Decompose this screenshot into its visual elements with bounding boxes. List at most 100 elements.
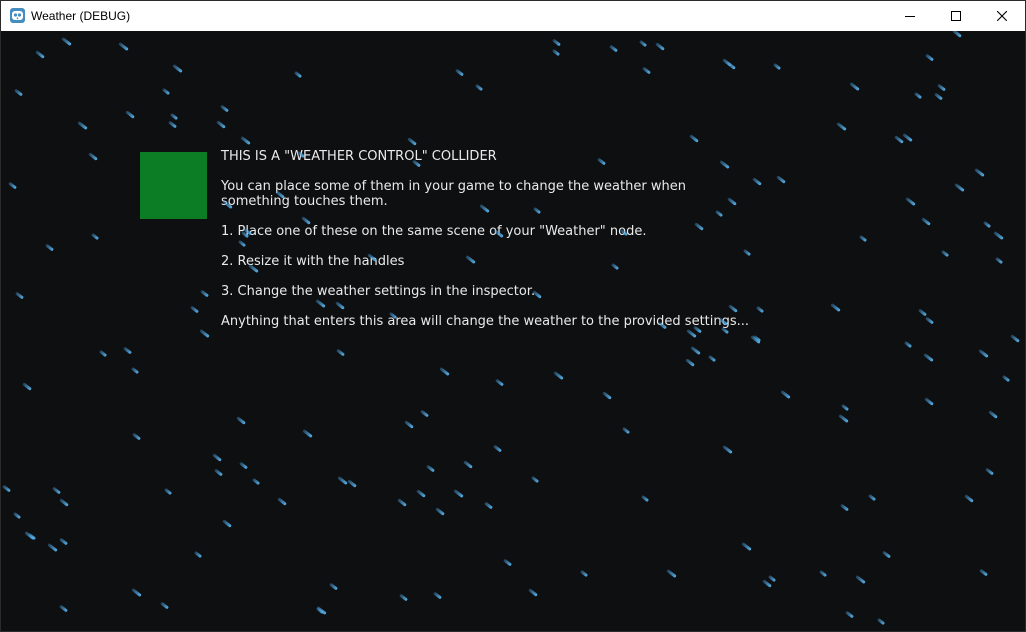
info-description-line1: You can place some of them in your game … [221,179,686,194]
rain-drop [918,308,927,317]
rain-drop [707,354,717,363]
rain-drop [838,413,849,424]
rain-drop [954,182,965,193]
info-footer: Anything that enters this area will chan… [221,314,750,329]
rain-drop [131,587,142,598]
rain-drop [199,328,210,339]
info-step-1: 1. Place one of these on the same scene … [221,224,647,239]
rain-drop [923,352,934,363]
rain-drop [239,461,248,470]
rain-drop [1001,374,1011,383]
rain-drop [952,31,962,38]
rain-drop [433,591,442,600]
rain-drop [35,50,45,59]
rain-drop [894,135,904,144]
rain-drop [772,62,782,71]
rain-drop [750,334,761,345]
info-heading: THIS IS A "WEATHER CONTROL" COLLIDER [221,149,497,164]
close-icon [997,11,1007,21]
rain-drop [752,334,762,343]
rain-drop [666,568,677,579]
rain-drop [125,110,135,119]
rain-drop [925,316,934,325]
rain-drop [741,541,752,552]
minimize-button[interactable] [887,1,933,31]
rain-drop [161,87,171,96]
collider-info-text: THIS IS A "WEATHER CONTROL" COLLIDER You… [221,149,750,344]
rain-drop [690,345,701,356]
rain-drop [726,61,736,70]
info-description-line2: something touches them. [221,194,388,209]
rain-drop [925,53,934,62]
rain-drop [924,397,934,406]
rain-drop [123,346,132,355]
rain-drop [964,494,974,503]
rain-drop [212,453,222,462]
rain-drop [921,217,931,226]
rain-drop [836,121,847,132]
rain-drop [840,403,850,412]
rain-drop [905,196,916,207]
rain-drop [780,389,791,400]
rain-drop [602,391,612,400]
rain-drop [397,498,407,507]
weather-control-collider[interactable] [140,152,207,219]
rain-drop [876,617,886,626]
rain-drop [399,593,408,602]
rain-drop [216,120,226,129]
game-viewport[interactable]: THIS IS A "WEATHER CONTROL" COLLIDER You… [1,31,1025,631]
rain-drop [59,498,69,507]
rain-drop [849,81,860,92]
maximize-button[interactable] [933,1,979,31]
rain-drop [163,487,173,496]
rain-drop [858,234,868,243]
rain-drop [579,569,589,578]
rain-drop [722,58,732,67]
rain-drop [988,410,998,419]
rain-drop [315,606,325,615]
rain-drop [553,370,564,381]
rain-drop [974,167,985,178]
rain-drop [336,348,345,357]
rain-drop [22,382,32,391]
rain-drop [642,66,651,75]
rain-drop [742,248,752,257]
rain-drop [190,305,199,314]
rain-drop [655,42,665,51]
rain-drop [621,426,631,435]
rain-drop [937,83,946,92]
rain-drop [982,220,992,229]
rain-drop [640,494,650,503]
rain-drop [453,488,464,499]
rain-drop [251,477,261,486]
rain-drop [98,349,108,358]
rain-drop [882,550,891,559]
title-bar[interactable]: Weather (DEBUG) [1,1,1025,31]
rain-drop [168,120,177,129]
rain-drop [277,497,287,506]
rain-drop [15,291,24,300]
rain-drop [329,582,338,591]
rain-drop [978,348,989,359]
rain-drop [474,83,484,92]
rain-drop [240,135,251,146]
rain-drop [302,428,313,439]
close-button[interactable] [979,1,1025,31]
rain-drop [755,305,765,314]
rain-drop [132,432,141,441]
rain-drop [12,511,22,520]
info-step-3: 3. Change the weather settings in the in… [221,284,536,299]
rain-drop [528,588,538,597]
rain-drop [169,112,179,121]
rain-drop [867,493,877,502]
rain-drop [426,464,435,473]
rain-drop [27,532,37,541]
rain-drop [47,542,58,553]
rain-drop [455,68,464,77]
rain-drop [530,475,540,484]
rain-drop [493,444,502,453]
rain-drop [52,486,61,495]
rain-drop [88,152,98,161]
rain-drop [14,88,23,97]
rain-drop [855,574,866,585]
